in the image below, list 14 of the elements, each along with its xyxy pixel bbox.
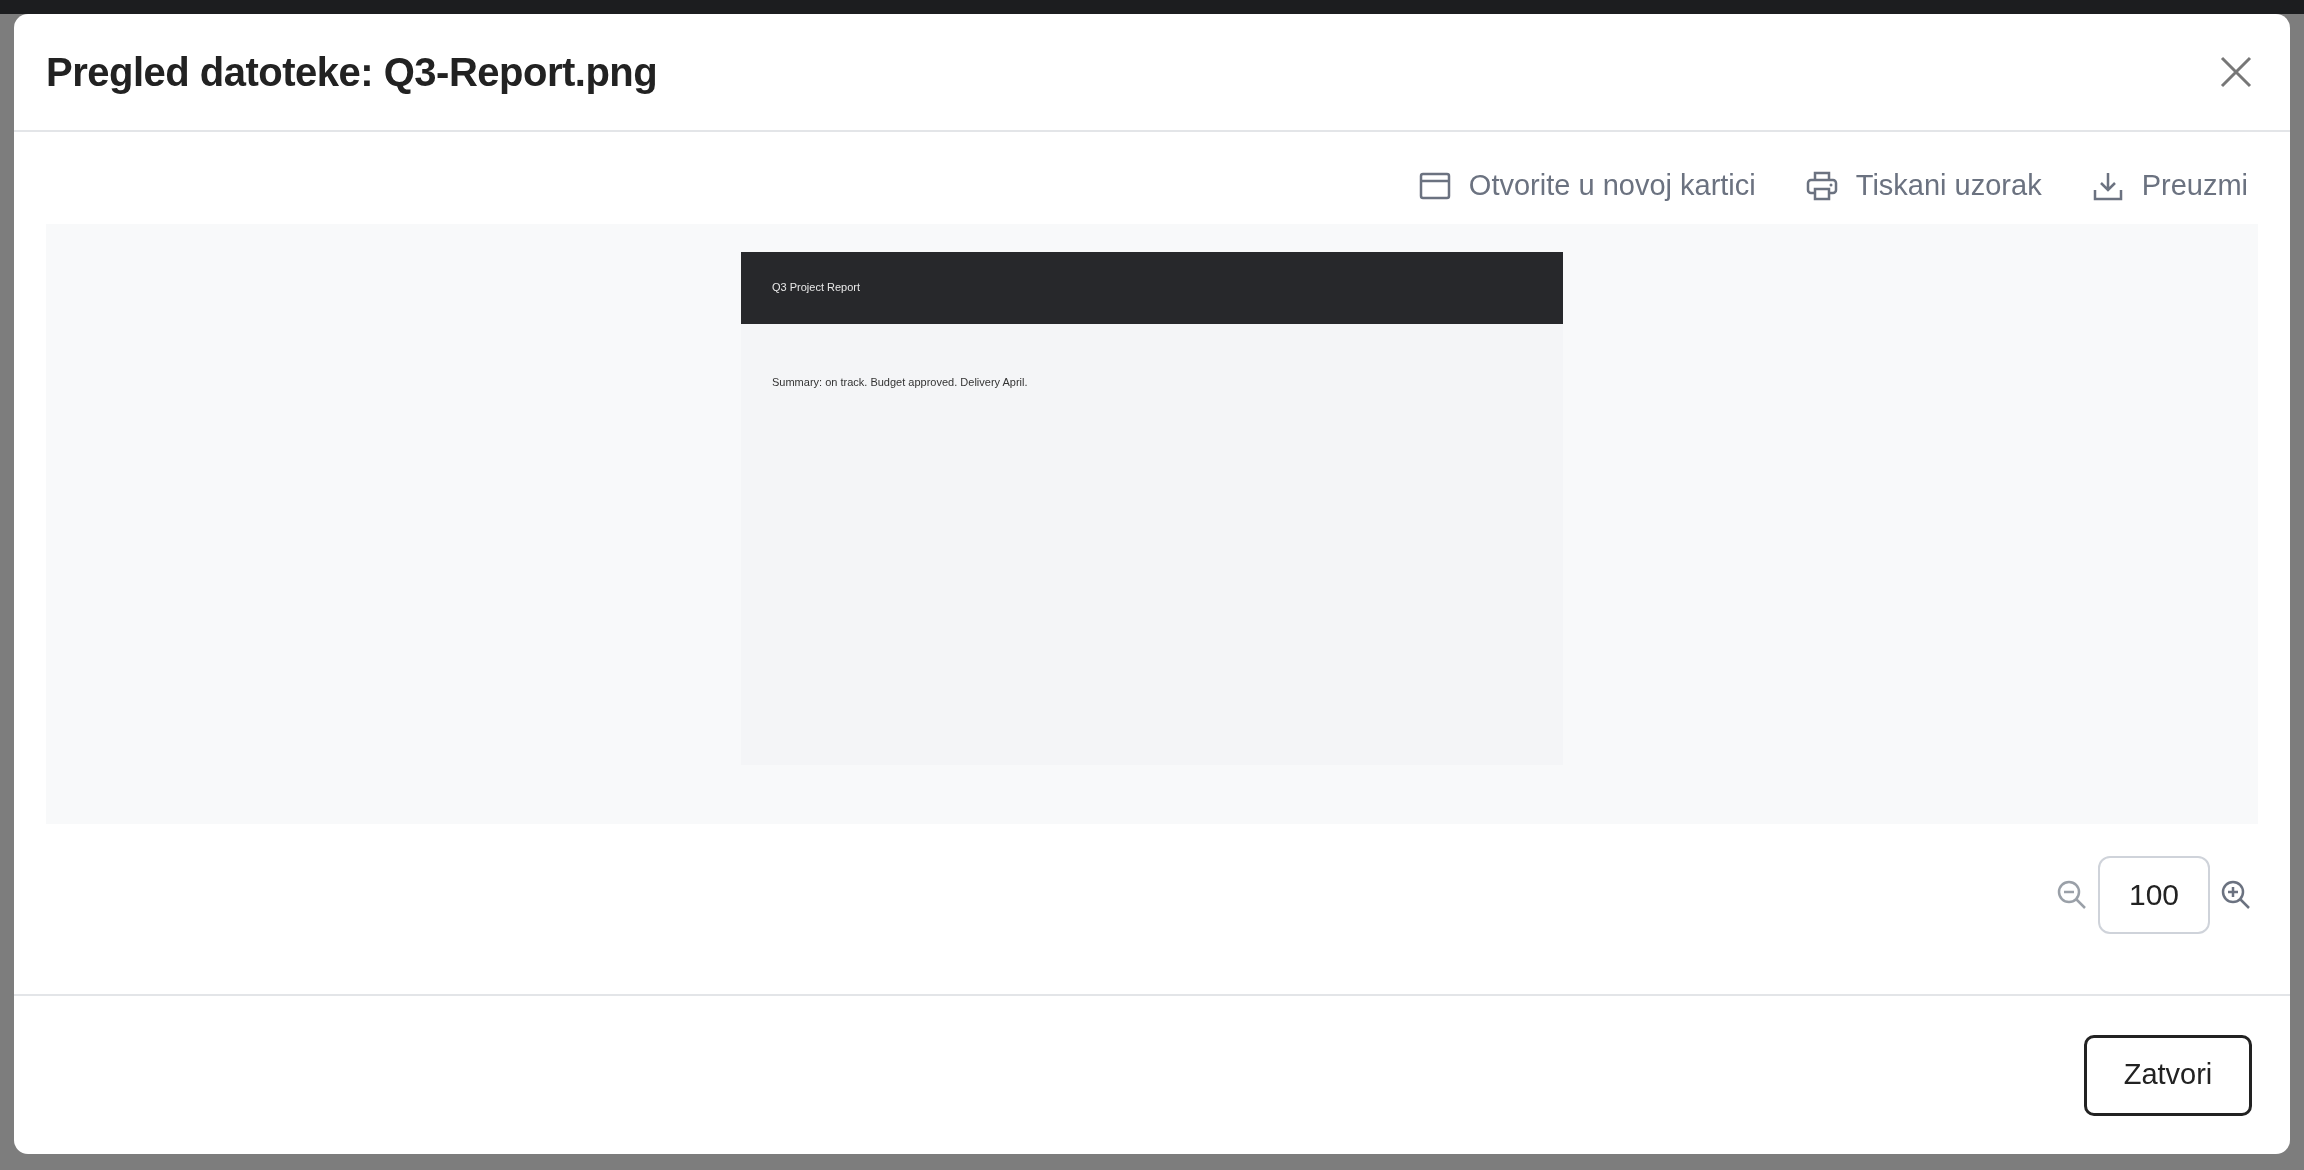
document-text: Summary: on track. Budget approved. Delivery April. xyxy=(772,375,1028,388)
dialog-title: Pregled datoteke: Q3-Report.png xyxy=(46,49,658,96)
close-icon xyxy=(2218,54,2254,90)
zoom-in-icon xyxy=(2220,878,2252,911)
zoom-in-button[interactable] xyxy=(2220,878,2252,911)
printer-icon xyxy=(1805,169,1838,202)
zoom-out-icon xyxy=(2056,878,2088,911)
close-button[interactable]: Zatvori xyxy=(2084,1034,2252,1116)
zoom-field[interactable]: 100 xyxy=(2098,855,2210,934)
zoom-out-button[interactable] xyxy=(2056,878,2088,911)
document-title: Q3 Project Report xyxy=(772,280,861,296)
toolbar-button[interactable]: Otvorite u novoj kartici xyxy=(1418,164,1756,208)
toolbar-button[interactable]: Preuzmi xyxy=(2091,164,2248,208)
toolbar-button[interactable]: Tiskani uzorak xyxy=(1805,164,2042,208)
